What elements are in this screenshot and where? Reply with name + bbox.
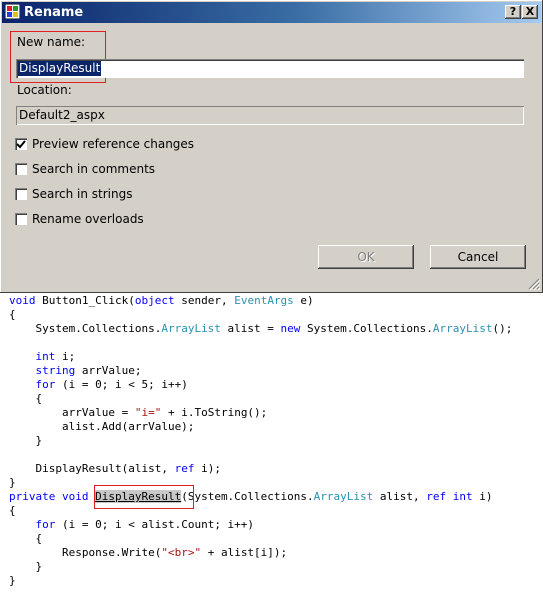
code-line: for (i = 0; i < 5; i++) (35, 378, 188, 391)
code-line: } (9, 476, 16, 489)
location-label: Location: (17, 83, 72, 97)
new-name-value: DisplayResult (18, 61, 102, 76)
close-icon: X (525, 5, 535, 18)
title-bar[interactable]: Rename ? X (2, 2, 541, 23)
code-line: for (i = 0; i < alist.Count; i++) (35, 518, 255, 531)
rename-overloads-checkbox[interactable] (15, 213, 27, 225)
code-line: { (9, 504, 16, 517)
rename-overloads-label[interactable]: Rename overloads (32, 212, 144, 226)
code-line: private void DisplayResult(System.Collec… (9, 490, 493, 503)
preview-reference-changes-label[interactable]: Preview reference changes (32, 137, 194, 151)
code-line: alist.Add(arrValue); (9, 420, 195, 433)
window-title: Rename (24, 5, 84, 20)
location-value: Default2_aspx (19, 108, 105, 122)
code-line: { (9, 308, 16, 321)
code-line: } (9, 574, 16, 587)
search-in-comments-label[interactable]: Search in comments (32, 162, 155, 176)
code-line: Response.Write("<br>" + alist[i]); (9, 546, 288, 559)
code-line: void Button1_Click(object sender, EventA… (9, 294, 314, 307)
search-in-strings-label[interactable]: Search in strings (32, 187, 133, 201)
checkmark-icon (16, 140, 26, 149)
preview-reference-changes-checkbox[interactable] (15, 138, 27, 150)
symbol-highlight-box (94, 485, 194, 509)
cancel-button[interactable]: Cancel (430, 245, 526, 269)
resize-grip-icon[interactable] (528, 278, 540, 290)
rename-dialog: Rename ? X New name: DisplayResult Locat… (0, 0, 543, 293)
app-icon (5, 4, 20, 19)
code-line: int i; (35, 350, 76, 363)
code-line: arrValue = "i=" + i.ToString(); (9, 406, 268, 419)
search-in-comments-checkbox[interactable] (15, 163, 27, 175)
code-line: System.Collections.ArrayList alist = new… (9, 322, 513, 335)
code-line: { (9, 392, 43, 405)
help-icon: ? (509, 5, 517, 18)
search-in-strings-checkbox[interactable] (15, 188, 27, 200)
help-button[interactable]: ? (505, 5, 521, 19)
close-button[interactable]: X (522, 5, 538, 19)
code-line: } (9, 434, 43, 447)
ok-button[interactable]: OK (318, 245, 414, 269)
code-editor[interactable]: void Button1_Click(object sender, EventA… (0, 293, 543, 595)
new-name-input[interactable]: DisplayResult (16, 59, 524, 78)
code-line: { (9, 532, 43, 545)
code-line: } (9, 560, 43, 573)
location-field: Default2_aspx (16, 106, 524, 125)
code-line: string arrValue; (35, 364, 142, 377)
code-line: DisplayResult(alist, ref i); (9, 462, 221, 475)
new-name-label: New name: (17, 35, 86, 49)
